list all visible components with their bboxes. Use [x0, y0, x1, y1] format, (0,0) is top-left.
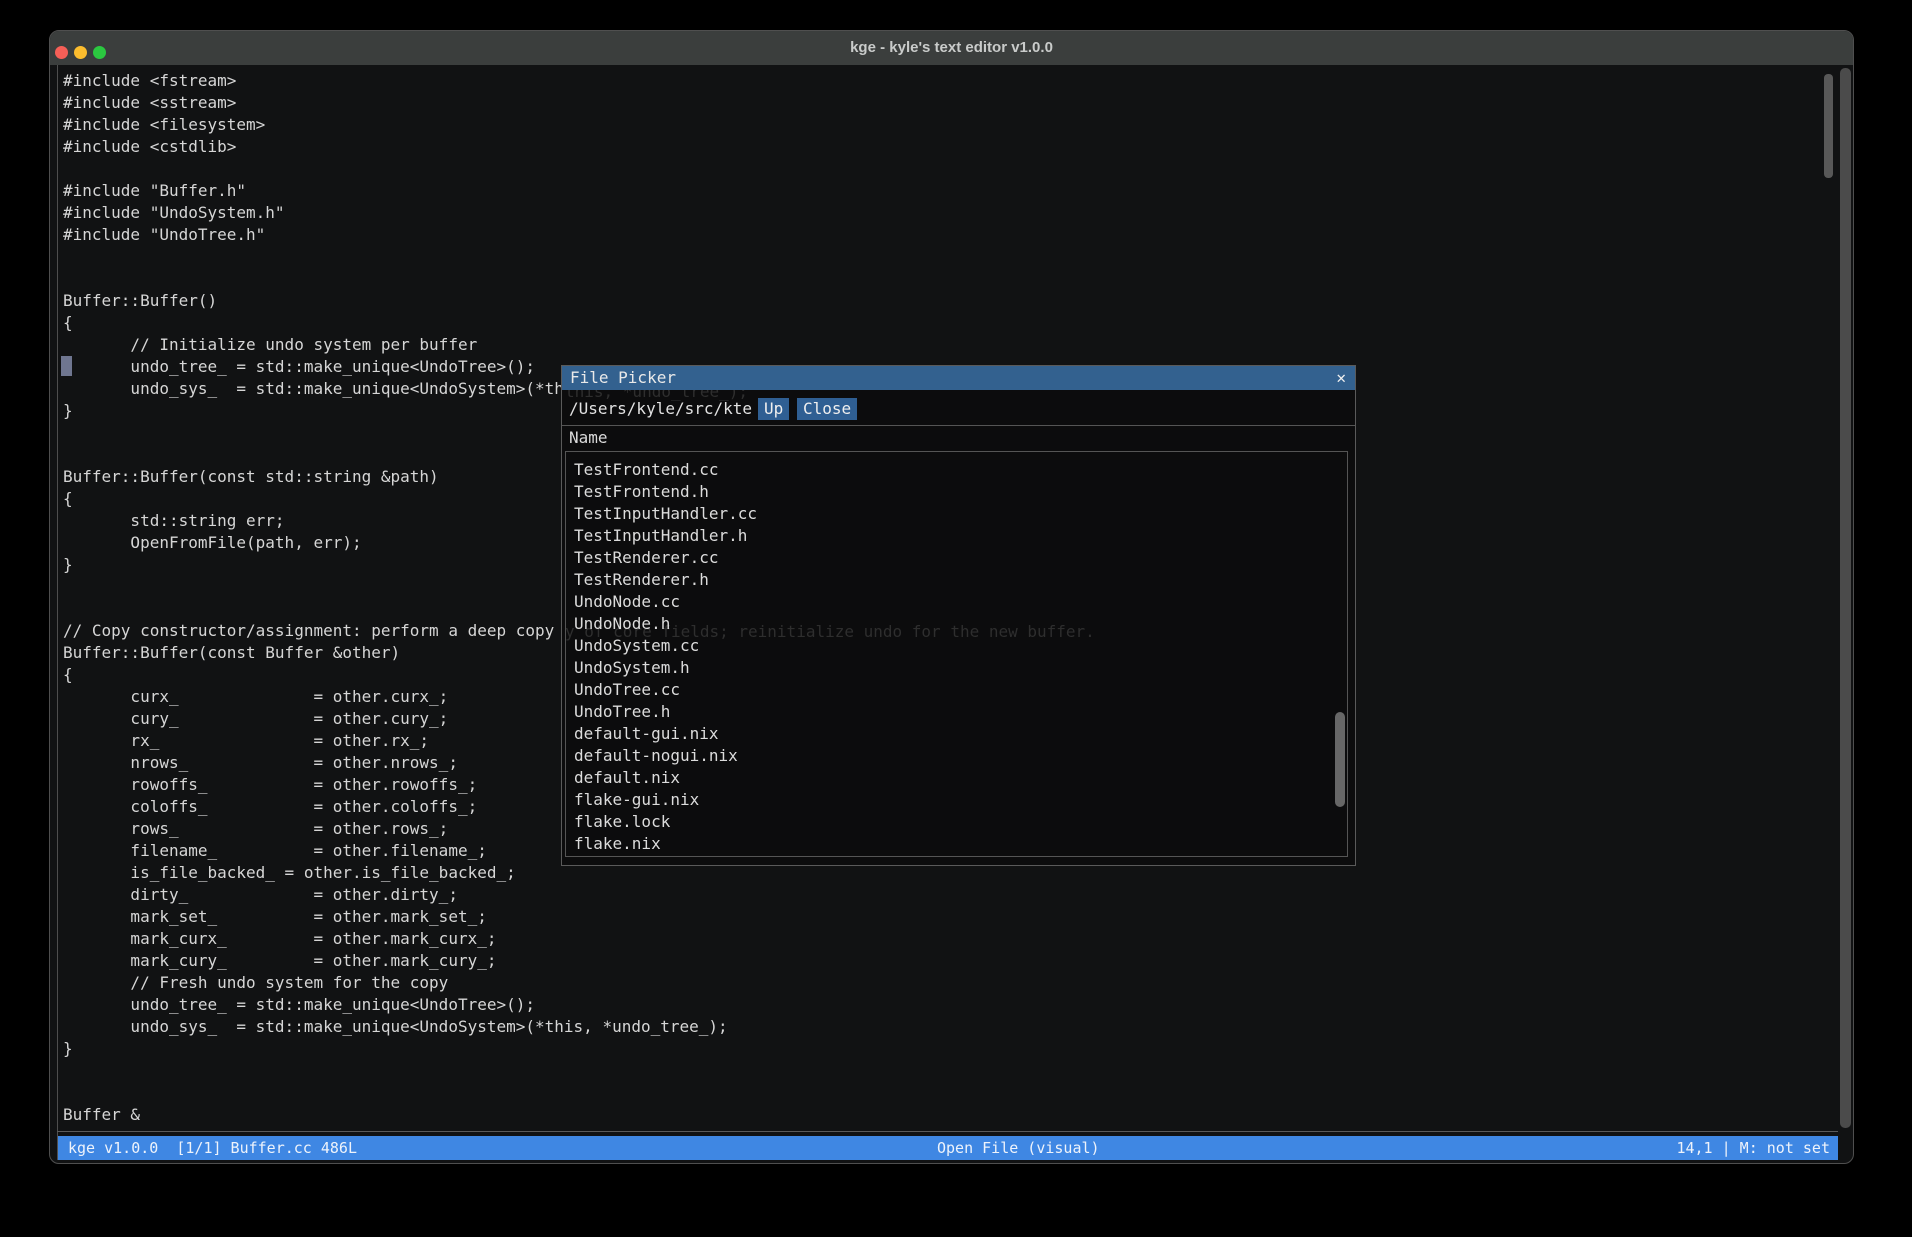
dialog-separator — [562, 425, 1355, 426]
minimize-window-button[interactable] — [74, 46, 87, 59]
status-left: kge v1.0.0 [1/1] Buffer.cc 486L — [68, 1136, 357, 1160]
file-item[interactable]: TestFrontend.h — [566, 481, 1347, 503]
dialog-title: File Picker — [562, 368, 676, 387]
file-item[interactable]: TestRenderer.h — [566, 569, 1347, 591]
name-column-header: Name — [569, 427, 608, 449]
editor-bottom-border — [57, 1131, 1838, 1132]
close-window-button[interactable] — [55, 46, 68, 59]
app-window: kge - kyle's text editor v1.0.0 #include… — [49, 30, 1854, 1164]
window-scrollbar[interactable] — [1840, 68, 1851, 1128]
file-item[interactable]: flake.lock — [566, 811, 1347, 833]
editor-scrollbar-thumb[interactable] — [1824, 74, 1833, 178]
file-item[interactable]: default.nix — [566, 767, 1347, 789]
current-path-label: /Users/kyle/src/kte — [569, 398, 752, 420]
status-mode: Open File (visual) — [937, 1136, 1100, 1160]
file-item[interactable]: flake-gui.nix — [566, 789, 1347, 811]
file-picker-dialog: this, *undo_tree_); y of core fields; re… — [561, 365, 1356, 866]
file-list-scrollbar-thumb[interactable] — [1335, 712, 1345, 807]
window-titlebar[interactable]: kge - kyle's text editor v1.0.0 — [50, 31, 1853, 65]
file-item[interactable]: default-nogui.nix — [566, 745, 1347, 767]
status-cursor-position: 14,1 | M: not set — [1676, 1136, 1830, 1160]
status-bar: kge v1.0.0 [1/1] Buffer.cc 486L Open Fil… — [58, 1136, 1838, 1160]
file-item[interactable]: TestFrontend.cc — [566, 459, 1347, 481]
text-cursor — [61, 356, 72, 376]
file-item[interactable]: TestRenderer.cc — [566, 547, 1347, 569]
file-item[interactable]: UndoTree.cc — [566, 679, 1347, 701]
file-item[interactable]: UndoSystem.cc — [566, 635, 1347, 657]
file-item[interactable]: flake.nix — [566, 833, 1347, 855]
zoom-window-button[interactable] — [93, 46, 106, 59]
file-item[interactable]: UndoSystem.h — [566, 657, 1347, 679]
close-button[interactable]: Close — [797, 398, 857, 420]
editor-left-border — [57, 65, 58, 1160]
dialog-titlebar[interactable]: File Picker ✕ — [562, 366, 1355, 390]
file-item[interactable]: UndoNode.cc — [566, 591, 1347, 613]
close-icon[interactable]: ✕ — [1336, 366, 1346, 390]
up-button[interactable]: Up — [758, 398, 789, 420]
file-item[interactable]: UndoTree.h — [566, 701, 1347, 723]
file-item[interactable]: TestInputHandler.cc — [566, 503, 1347, 525]
window-title: kge - kyle's text editor v1.0.0 — [50, 31, 1853, 65]
file-list: TestFrontend.ccTestFrontend.hTestInputHa… — [565, 451, 1348, 857]
file-item[interactable]: UndoNode.h — [566, 613, 1347, 635]
file-item[interactable]: default-gui.nix — [566, 723, 1347, 745]
file-item[interactable]: TestInputHandler.h — [566, 525, 1347, 547]
